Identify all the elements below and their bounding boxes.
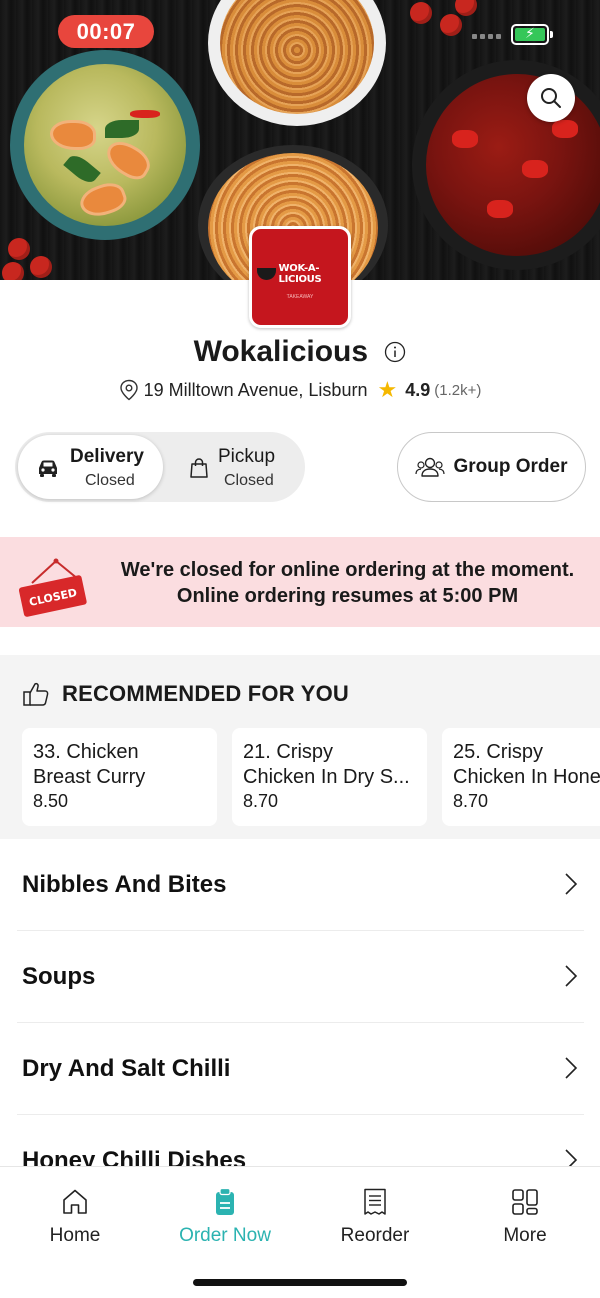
search-icon <box>541 88 561 108</box>
closed-message-line1: We're closed for online ordering at the … <box>120 559 575 581</box>
recommended-header: RECOMMENDED FOR YOU <box>22 681 349 707</box>
restaurant-name: Wokalicious <box>193 335 369 369</box>
tab-more[interactable]: More <box>450 1187 600 1247</box>
recommended-section: RECOMMENDED FOR YOU 33. Chicken Breast C… <box>0 655 600 839</box>
info-icon[interactable] <box>384 341 406 363</box>
category-row-dry-salt-chilli[interactable]: Dry And Salt Chilli <box>17 1023 584 1115</box>
green-curry-bowl <box>10 50 200 240</box>
restaurant-address: 19 Milltown Avenue, Lisburn <box>143 379 368 400</box>
delivery-status: Closed <box>85 472 135 489</box>
rating-count: (1.2k+) <box>434 381 482 399</box>
item-price: 8.50 <box>33 791 69 811</box>
chevron-right-icon <box>565 1057 578 1079</box>
tab-order-now[interactable]: Order Now <box>150 1187 300 1247</box>
signal-icon <box>472 34 501 39</box>
recording-timer: 00:07 <box>58 15 154 48</box>
item-price: 8.70 <box>453 791 489 811</box>
group-order-button[interactable]: Group Order <box>397 432 586 502</box>
pickup-status: Closed <box>224 472 274 489</box>
chevron-right-icon <box>565 965 578 987</box>
shopping-bag-icon <box>190 458 208 478</box>
group-users-icon <box>415 457 446 477</box>
home-indicator <box>193 1279 407 1286</box>
tab-home[interactable]: Home <box>0 1187 150 1247</box>
closed-message-line2: Online ordering resumes at 5:00 PM <box>176 585 519 607</box>
order-icon <box>216 1187 234 1215</box>
category-label: Soups <box>22 963 96 990</box>
recommended-item-card[interactable]: 25. Crispy Chicken In Honey 8.70 <box>442 728 600 826</box>
recommended-item-card[interactable]: 21. Crispy Chicken In Dry S... 8.70 <box>232 728 427 826</box>
recommended-item-card[interactable]: 33. Chicken Breast Curry 8.50 <box>22 728 217 826</box>
recommended-title: RECOMMENDED FOR YOU <box>62 681 349 706</box>
tomato-decoration <box>410 2 432 24</box>
delivery-title: Delivery <box>70 446 144 467</box>
closed-sign-icon: CLOSED <box>18 558 87 617</box>
order-mode-switch: Delivery Closed Pickup Closed <box>15 432 305 502</box>
recommended-carousel[interactable]: 33. Chicken Breast Curry 8.50 21. Crispy… <box>22 728 600 828</box>
wok-icon <box>257 268 276 280</box>
star-icon: ★ <box>377 377 398 402</box>
grid-icon <box>512 1189 538 1215</box>
closed-message: We're closed for online ordering at the … <box>110 557 585 609</box>
search-button[interactable] <box>527 74 575 122</box>
delivery-option[interactable]: Delivery Closed <box>18 435 163 499</box>
item-price: 8.70 <box>243 791 279 811</box>
car-icon <box>39 460 57 477</box>
closed-banner: CLOSED We're closed for online ordering … <box>0 537 600 627</box>
noodle-plate-top <box>208 0 386 126</box>
receipt-icon <box>364 1188 386 1215</box>
home-icon <box>63 1189 87 1214</box>
restaurant-name-row: Wokalicious <box>0 334 600 369</box>
category-row-nibbles[interactable]: Nibbles And Bites <box>17 839 584 931</box>
thumbs-up-icon <box>23 682 49 706</box>
location-pin-icon <box>119 379 138 401</box>
pickup-title: Pickup <box>218 446 276 467</box>
restaurant-logo: WOK-A-LICIOUS TAKEAWAY <box>249 226 351 328</box>
address-rating-row: 19 Milltown Avenue, Lisburn ★ 4.9 (1.2k+… <box>0 379 600 401</box>
chevron-right-icon <box>565 873 578 895</box>
category-label: Dry And Salt Chilli <box>22 1055 231 1082</box>
battery-charging-icon: ⚡ <box>511 24 553 45</box>
category-row-soups[interactable]: Soups <box>17 931 584 1023</box>
rating-value: 4.9 <box>405 379 431 400</box>
pickup-option[interactable]: Pickup Closed <box>175 435 300 499</box>
category-label: Nibbles And Bites <box>22 871 227 898</box>
tab-reorder[interactable]: Reorder <box>300 1187 450 1247</box>
group-order-label: Group Order <box>453 456 568 477</box>
